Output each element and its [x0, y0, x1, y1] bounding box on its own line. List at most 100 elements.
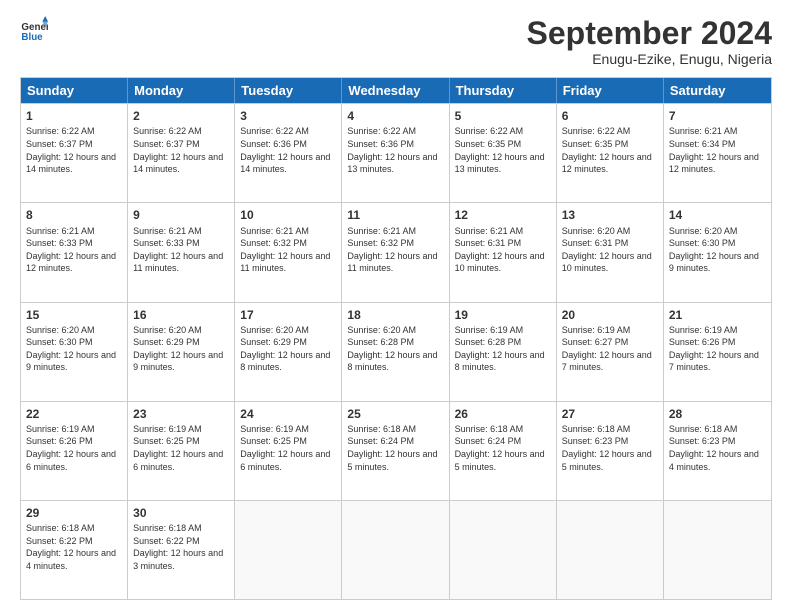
cell-info: Sunrise: 6:19 AMSunset: 6:26 PMDaylight:…: [669, 324, 766, 374]
day-number: 13: [562, 207, 658, 223]
cell-info: Sunrise: 6:20 AMSunset: 6:29 PMDaylight:…: [240, 324, 336, 374]
day-number: 19: [455, 307, 551, 323]
cell-info: Sunrise: 6:18 AMSunset: 6:23 PMDaylight:…: [669, 423, 766, 473]
weekday-header: Friday: [557, 78, 664, 103]
day-number: 5: [455, 108, 551, 124]
calendar-cell: [664, 501, 771, 599]
calendar-cell: 5Sunrise: 6:22 AMSunset: 6:35 PMDaylight…: [450, 104, 557, 202]
calendar-cell: 13 Sunrise: 6:20 AMSunset: 6:31 PMDayligh…: [557, 203, 664, 301]
day-number: 2: [133, 108, 229, 124]
cell-info: Sunrise: 6:22 AMSunset: 6:37 PMDaylight:…: [133, 125, 229, 175]
calendar-cell: 22Sunrise: 6:19 AMSunset: 6:26 PMDayligh…: [21, 402, 128, 500]
calendar-cell: 1Sunrise: 6:22 AMSunset: 6:37 PMDaylight…: [21, 104, 128, 202]
calendar-row: 22Sunrise: 6:19 AMSunset: 6:26 PMDayligh…: [21, 401, 771, 500]
cell-info: Sunrise: 6:21 AMSunset: 6:33 PMDaylight:…: [26, 225, 122, 275]
header: General Blue September 2024 Enugu-Ezike,…: [20, 16, 772, 67]
day-number: 16: [133, 307, 229, 323]
calendar-cell: 6Sunrise: 6:22 AMSunset: 6:35 PMDaylight…: [557, 104, 664, 202]
calendar-row: 15Sunrise: 6:20 AMSunset: 6:30 PMDayligh…: [21, 302, 771, 401]
cell-info: Sunrise: 6:20 AMSunset: 6:28 PMDaylight:…: [347, 324, 443, 374]
cell-info: Sunrise: 6:20 AMSunset: 6:29 PMDaylight:…: [133, 324, 229, 374]
day-number: 17: [240, 307, 336, 323]
day-number: 6: [562, 108, 658, 124]
day-number: 15: [26, 307, 122, 323]
logo: General Blue: [20, 16, 48, 44]
cell-info: Sunrise: 6:20 AMSunset: 6:30 PMDaylight:…: [26, 324, 122, 374]
cell-info: Sunrise: 6:18 AMSunset: 6:22 PMDaylight:…: [133, 522, 229, 572]
calendar-cell: 7Sunrise: 6:21 AMSunset: 6:34 PMDaylight…: [664, 104, 771, 202]
day-number: 27: [562, 406, 658, 422]
day-number: 18: [347, 307, 443, 323]
weekday-header: Wednesday: [342, 78, 449, 103]
cell-info: Sunrise: 6:18 AMSunset: 6:22 PMDaylight:…: [26, 522, 122, 572]
calendar-cell: 8Sunrise: 6:21 AMSunset: 6:33 PMDaylight…: [21, 203, 128, 301]
day-number: 25: [347, 406, 443, 422]
calendar-cell: [450, 501, 557, 599]
cell-info: Sunrise: 6:19 AMSunset: 6:26 PMDaylight:…: [26, 423, 122, 473]
cell-info: Sunrise: 6:21 AMSunset: 6:31 PMDaylight:…: [455, 225, 551, 275]
calendar-cell: 30Sunrise: 6:18 AMSunset: 6:22 PMDayligh…: [128, 501, 235, 599]
calendar-cell: 12 Sunrise: 6:21 AMSunset: 6:31 PMDayligh…: [450, 203, 557, 301]
cell-info: Sunrise: 6:21 AMSunset: 6:32 PMDaylight:…: [240, 225, 336, 275]
cell-info: Sunrise: 6:18 AMSunset: 6:23 PMDaylight:…: [562, 423, 658, 473]
calendar-cell: 10 Sunrise: 6:21 AMSunset: 6:32 PMDayligh…: [235, 203, 342, 301]
day-number: 7: [669, 108, 766, 124]
calendar-cell: [235, 501, 342, 599]
calendar-cell: 16Sunrise: 6:20 AMSunset: 6:29 PMDayligh…: [128, 303, 235, 401]
calendar-cell: 15Sunrise: 6:20 AMSunset: 6:30 PMDayligh…: [21, 303, 128, 401]
weekday-header: Sunday: [21, 78, 128, 103]
cell-info: Sunrise: 6:21 AMSunset: 6:33 PMDaylight:…: [133, 225, 229, 275]
cell-info: Sunrise: 6:20 AMSunset: 6:30 PMDaylight:…: [669, 225, 766, 275]
title-block: September 2024 Enugu-Ezike, Enugu, Niger…: [527, 16, 772, 67]
day-number: 9: [133, 207, 229, 223]
calendar-cell: 14 Sunrise: 6:20 AMSunset: 6:30 PMDayligh…: [664, 203, 771, 301]
calendar-cell: 2Sunrise: 6:22 AMSunset: 6:37 PMDaylight…: [128, 104, 235, 202]
weekday-header: Saturday: [664, 78, 771, 103]
cell-info: Sunrise: 6:18 AMSunset: 6:24 PMDaylight:…: [347, 423, 443, 473]
calendar-cell: 20Sunrise: 6:19 AMSunset: 6:27 PMDayligh…: [557, 303, 664, 401]
cell-info: Sunrise: 6:22 AMSunset: 6:35 PMDaylight:…: [562, 125, 658, 175]
day-number: 11: [347, 207, 443, 223]
calendar-cell: 26Sunrise: 6:18 AMSunset: 6:24 PMDayligh…: [450, 402, 557, 500]
day-number: 29: [26, 505, 122, 521]
cell-info: Sunrise: 6:21 AMSunset: 6:32 PMDaylight:…: [347, 225, 443, 275]
cell-info: Sunrise: 6:21 AMSunset: 6:34 PMDaylight:…: [669, 125, 766, 175]
page: General Blue September 2024 Enugu-Ezike,…: [0, 0, 792, 612]
cell-info: Sunrise: 6:19 AMSunset: 6:25 PMDaylight:…: [240, 423, 336, 473]
day-number: 23: [133, 406, 229, 422]
day-number: 21: [669, 307, 766, 323]
svg-text:Blue: Blue: [21, 32, 43, 43]
day-number: 12: [455, 207, 551, 223]
calendar-row: 29Sunrise: 6:18 AMSunset: 6:22 PMDayligh…: [21, 500, 771, 599]
day-number: 10: [240, 207, 336, 223]
day-number: 28: [669, 406, 766, 422]
calendar-cell: 11 Sunrise: 6:21 AMSunset: 6:32 PMDayligh…: [342, 203, 449, 301]
day-number: 4: [347, 108, 443, 124]
generalblue-icon: General Blue: [20, 16, 48, 44]
calendar-cell: 27Sunrise: 6:18 AMSunset: 6:23 PMDayligh…: [557, 402, 664, 500]
calendar-row: 8Sunrise: 6:21 AMSunset: 6:33 PMDaylight…: [21, 202, 771, 301]
cell-info: Sunrise: 6:20 AMSunset: 6:31 PMDaylight:…: [562, 225, 658, 275]
cell-info: Sunrise: 6:22 AMSunset: 6:37 PMDaylight:…: [26, 125, 122, 175]
calendar-cell: 25Sunrise: 6:18 AMSunset: 6:24 PMDayligh…: [342, 402, 449, 500]
calendar-cell: 9 Sunrise: 6:21 AMSunset: 6:33 PMDaylight…: [128, 203, 235, 301]
weekday-header: Monday: [128, 78, 235, 103]
calendar-cell: 4Sunrise: 6:22 AMSunset: 6:36 PMDaylight…: [342, 104, 449, 202]
calendar-cell: 24Sunrise: 6:19 AMSunset: 6:25 PMDayligh…: [235, 402, 342, 500]
calendar-cell: 28Sunrise: 6:18 AMSunset: 6:23 PMDayligh…: [664, 402, 771, 500]
day-number: 3: [240, 108, 336, 124]
cell-info: Sunrise: 6:22 AMSunset: 6:36 PMDaylight:…: [347, 125, 443, 175]
cell-info: Sunrise: 6:19 AMSunset: 6:25 PMDaylight:…: [133, 423, 229, 473]
weekday-header: Tuesday: [235, 78, 342, 103]
day-number: 26: [455, 406, 551, 422]
cell-info: Sunrise: 6:22 AMSunset: 6:36 PMDaylight:…: [240, 125, 336, 175]
calendar-row: 1Sunrise: 6:22 AMSunset: 6:37 PMDaylight…: [21, 103, 771, 202]
day-number: 22: [26, 406, 122, 422]
day-number: 14: [669, 207, 766, 223]
month-title: September 2024: [527, 16, 772, 51]
calendar-cell: 3Sunrise: 6:22 AMSunset: 6:36 PMDaylight…: [235, 104, 342, 202]
day-number: 30: [133, 505, 229, 521]
calendar-body: 1Sunrise: 6:22 AMSunset: 6:37 PMDaylight…: [21, 103, 771, 599]
calendar-cell: 29Sunrise: 6:18 AMSunset: 6:22 PMDayligh…: [21, 501, 128, 599]
calendar: SundayMondayTuesdayWednesdayThursdayFrid…: [20, 77, 772, 600]
